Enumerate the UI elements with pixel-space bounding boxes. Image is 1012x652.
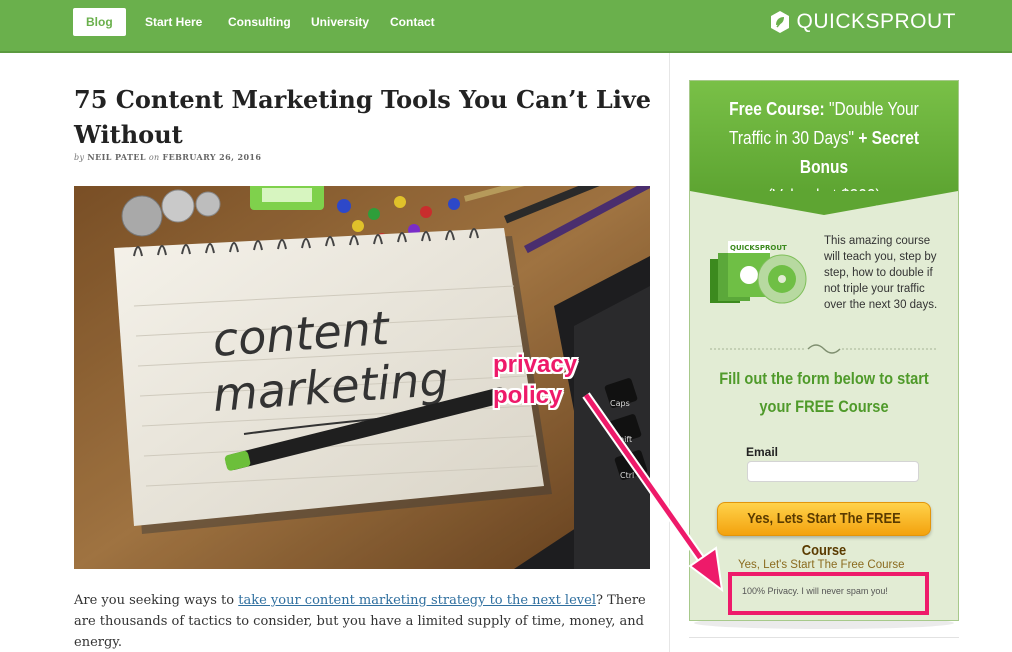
headline-free: Free Course:	[729, 99, 825, 119]
top-navigation-bar: Blog Start Here Consulting University Co…	[0, 0, 1012, 53]
quicksprout-logo[interactable]: QUICKSPROUT	[770, 9, 956, 35]
form-prompt: Fill out the form below to start your FR…	[719, 369, 929, 416]
product-box-label: QUICKSPROUT	[730, 244, 787, 252]
nav-contact[interactable]: Contact	[390, 8, 435, 36]
start-course-button-label: Yes, Lets Start The FREE Course	[747, 510, 901, 559]
free-course-widget: Free Course: "Double Your Traffic in 30 …	[689, 80, 959, 621]
key-shift: Shift	[614, 435, 632, 444]
byline-on: on	[148, 153, 160, 162]
article-byline: by NEIL PATEL on FEBRUARY 26, 2016	[74, 152, 261, 162]
nav-start-here[interactable]: Start Here	[145, 8, 202, 36]
start-course-button[interactable]: Yes, Lets Start The FREE Course	[717, 502, 931, 559]
email-label: Email	[746, 445, 779, 459]
logo-text: QUICKSPROUT	[796, 10, 956, 33]
email-field[interactable]	[747, 461, 919, 482]
nav-consulting[interactable]: Consulting	[228, 8, 291, 36]
start-course-link[interactable]: Yes, Let's Start The Free Course	[738, 559, 904, 571]
course-product-image: QUICKSPROUT	[710, 241, 807, 304]
article-title: 75 Content Marketing Tools You Can’t Liv…	[74, 85, 652, 149]
annotation-label-line2: policy	[493, 382, 563, 409]
sidebar-rule	[689, 637, 959, 638]
author-link[interactable]: NEIL PATEL	[87, 152, 145, 162]
key-ctrl: Ctrl	[620, 471, 634, 480]
annotation-highlight-box	[728, 572, 929, 615]
article-intro: Are you seeking ways to take your conten…	[74, 590, 654, 652]
nav-university[interactable]: University	[311, 8, 369, 36]
byline-by: by	[74, 153, 85, 162]
decorative-divider-icon	[710, 344, 938, 354]
column-divider	[669, 53, 670, 652]
annotation-label-line1: privacy	[493, 351, 578, 378]
intro-link[interactable]: take your content marketing strategy to …	[238, 593, 596, 608]
key-caps: Caps	[610, 399, 630, 408]
nav-blog[interactable]: Blog	[73, 8, 126, 36]
widget-shadow	[694, 621, 954, 629]
article-date: FEBRUARY 26, 2016	[162, 152, 262, 162]
intro-text-before: Are you seeking ways to	[74, 593, 239, 608]
widget-header: Free Course: "Double Your Traffic in 30 …	[690, 81, 958, 206]
sprout-logo-icon	[771, 11, 790, 33]
course-description: This amazing course will teach you, step…	[824, 235, 938, 311]
annotation-label: privacy policy	[493, 349, 577, 411]
header-chevron	[690, 191, 958, 215]
